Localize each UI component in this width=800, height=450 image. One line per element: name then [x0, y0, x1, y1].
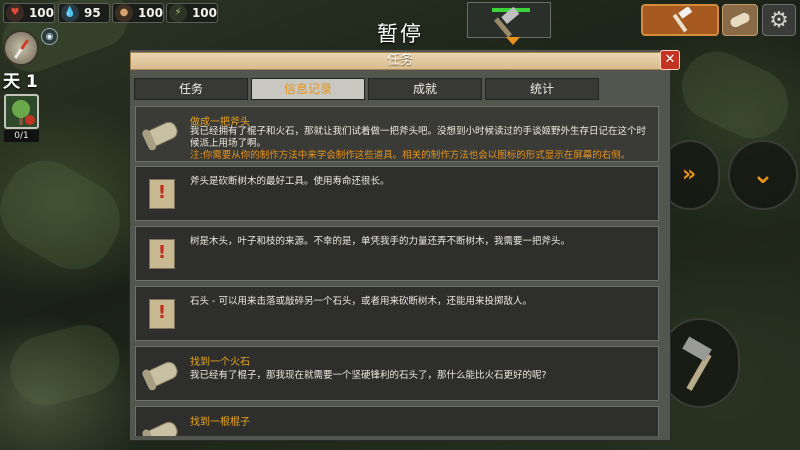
- craft-axe-button[interactable]: [641, 4, 719, 36]
- energy-value: 100: [191, 6, 217, 20]
- axe-icon: [672, 7, 693, 33]
- scroll-icon: [143, 356, 181, 392]
- gear-icon: ⚙: [769, 7, 789, 33]
- scroll-icon: [730, 12, 750, 28]
- list-item[interactable]: 树是木头，叶子和枝的来源。不幸的是，单凭我手的力量还弄不断树木，我需要一把斧头。: [135, 226, 659, 281]
- list-item[interactable]: 找到一根棍子: [135, 406, 659, 436]
- thirst-value: 95: [84, 6, 101, 20]
- tab-achievements[interactable]: 成就: [368, 78, 482, 100]
- scroll-icon: [143, 116, 181, 152]
- list-item[interactable]: 做成一把斧头 我已经拥有了棍子和火石，那就让我们试着做一把斧头吧。没想到小时候读…: [135, 106, 659, 162]
- settings-button[interactable]: ⚙: [762, 4, 796, 36]
- scroll-icon: [143, 416, 181, 436]
- sapling-slot[interactable]: [4, 94, 39, 129]
- journal-button[interactable]: [722, 4, 758, 36]
- note-icon: [144, 236, 180, 272]
- slot-count: 0/1: [4, 130, 39, 142]
- info-log-list[interactable]: 做成一把斧头 我已经拥有了棍子和火石，那就让我们试着做一把斧头吧。没想到小时候读…: [135, 106, 659, 436]
- energy-stat: ⚡ 100: [166, 3, 218, 23]
- entry-body: 树是木头，叶子和枝的来源。不幸的是，单凭我手的力量还弄不断树木，我需要一把斧头。: [190, 236, 571, 247]
- note-icon: [144, 176, 180, 212]
- list-item[interactable]: 找到一个火石 我已经有了棍子，那我现在就需要一个坚硬锋利的石头了，那什么能比火石…: [135, 346, 659, 401]
- hunger-value: 100: [137, 6, 163, 20]
- use-tool-button[interactable]: [660, 318, 740, 408]
- water-drop-icon: 💧: [61, 4, 79, 22]
- entry-body: 斧头是砍断树木的最好工具。使用寿命还很长。: [190, 176, 390, 187]
- entry-body: 我已经拥有了棍子和火石，那就让我们试着做一把斧头吧。没想到小时候读过的手谈姬野外…: [190, 126, 647, 149]
- dropdown-arrow-icon: [506, 37, 520, 45]
- dialog-tabs: 任务 信息记录 成就 统计: [134, 78, 666, 100]
- double-chevron-right-icon: »: [682, 162, 697, 187]
- quest-dialog: 任务 ✕ 任务 信息记录 成就 统计 做成一把斧头 我已经拥有了棍子和火石，那就…: [129, 49, 680, 441]
- entry-note: 注:你需要从你的制作方法中来学会制作这些道具。相关的制作方法也会以图标的形式显示…: [190, 150, 631, 161]
- heart-icon: ♥: [6, 4, 24, 22]
- entry-body: 石头 - 可以用来击落或敲碎另一个石头，或者用来砍断树木，还能用来投掷敌人。: [190, 296, 532, 307]
- compass-icon: [3, 30, 39, 66]
- chevron-down-icon: ⌄: [752, 160, 774, 190]
- entry-body: 我已经有了棍子，那我现在就需要一个坚硬锋利的石头了，那什么能比火石更好的呢?: [190, 370, 547, 381]
- tab-info-log[interactable]: 信息记录: [251, 78, 365, 100]
- crouch-button[interactable]: ⌄: [728, 140, 798, 210]
- day-counter: 天 1: [3, 72, 38, 92]
- tab-quests[interactable]: 任务: [134, 78, 248, 100]
- entry-title: 找到一根棍子: [190, 417, 250, 428]
- equipped-tool-panel[interactable]: [467, 2, 551, 45]
- axe-icon: [682, 336, 712, 391]
- tree-icon: [12, 100, 35, 125]
- energy-icon: ⚡: [169, 4, 187, 22]
- map-icon[interactable]: ◉: [41, 28, 58, 45]
- entry-title: 找到一个火石: [190, 357, 250, 368]
- health-stat: ♥ 100: [3, 3, 55, 23]
- hunger-stat: ● 100: [112, 3, 164, 23]
- list-item[interactable]: 斧头是砍断树木的最好工具。使用寿命还很长。: [135, 166, 659, 221]
- health-value: 100: [28, 6, 54, 20]
- axe-icon: [494, 7, 520, 37]
- tab-statistics[interactable]: 统计: [485, 78, 599, 100]
- dialog-title: 任务: [130, 52, 670, 70]
- food-icon: ●: [115, 4, 133, 22]
- note-icon: [144, 296, 180, 332]
- list-item[interactable]: 石头 - 可以用来击落或敲碎另一个石头，或者用来砍断树木，还能用来投掷敌人。: [135, 286, 659, 341]
- thirst-stat: 💧 95: [58, 3, 110, 23]
- pause-title: 暂停: [377, 22, 423, 46]
- close-button[interactable]: ✕: [660, 50, 680, 70]
